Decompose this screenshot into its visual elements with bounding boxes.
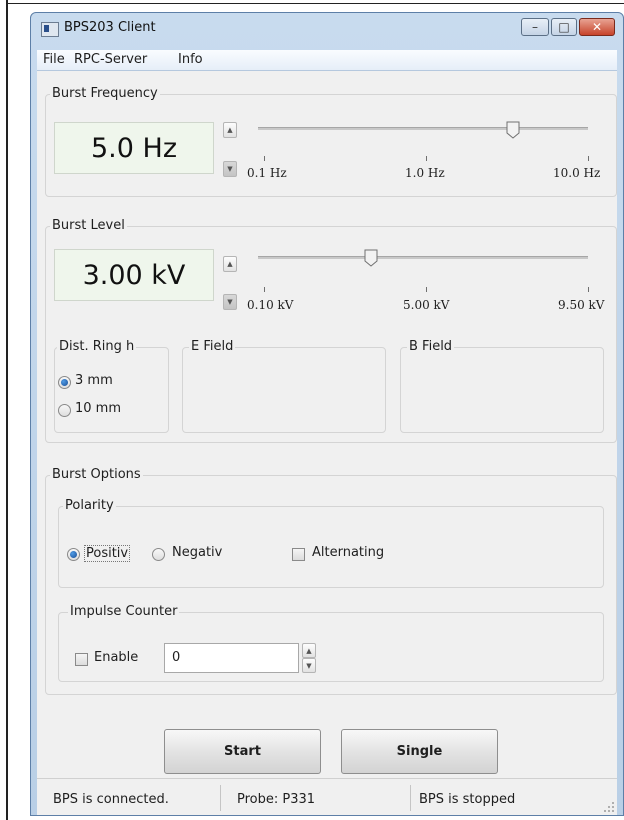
minimize-button[interactable]: – — [521, 18, 549, 36]
outer-frame-top — [6, 3, 624, 4]
maximize-button[interactable]: □ — [551, 18, 577, 36]
level-down-button[interactable]: ▼ — [223, 294, 237, 310]
close-button[interactable]: ✕ — [579, 18, 615, 36]
burst-options-title: Burst Options — [50, 467, 143, 482]
probe-status: Probe: P331 — [237, 792, 316, 807]
polarity-title: Polarity — [63, 498, 116, 513]
impulse-counter-down-button[interactable]: ▼ — [302, 658, 316, 673]
maximize-icon: □ — [558, 20, 570, 34]
menu-file[interactable]: File — [43, 52, 65, 67]
app-window-icon — [41, 22, 59, 37]
connection-status: BPS is connected. — [53, 792, 169, 807]
minimize-icon: – — [532, 20, 538, 34]
frequency-up-button[interactable]: ▲ — [223, 122, 237, 138]
e-field-title: E Field — [189, 339, 236, 354]
polarity-negative-radio[interactable] — [152, 548, 165, 561]
outer-frame-left — [6, 0, 8, 820]
level-max-label: 9.50 kV — [558, 298, 605, 312]
b-field-group — [400, 347, 604, 433]
level-tick-mid — [426, 287, 427, 292]
e-field-group — [182, 347, 386, 433]
frequency-mid-label: 1.0 Hz — [405, 166, 445, 180]
start-button[interactable]: Start — [164, 729, 321, 774]
dist-ring-group — [54, 347, 169, 433]
app-window: BPS203 Client – □ ✕ File RPC-Server Info… — [30, 12, 624, 816]
polarity-negative-label: Negativ — [172, 545, 223, 560]
frequency-min-label: 0.1 Hz — [247, 166, 287, 180]
status-separator — [410, 785, 411, 811]
dist-ring-3mm-label: 3 mm — [75, 373, 113, 388]
status-separator — [220, 785, 221, 811]
enable-label: Enable — [94, 650, 139, 665]
level-display: 3.00 kV — [54, 249, 214, 301]
single-button[interactable]: Single — [341, 729, 498, 774]
dist-ring-3mm-radio[interactable] — [58, 376, 71, 389]
resize-grip-icon[interactable] — [603, 801, 615, 813]
frequency-tick-min — [264, 156, 265, 161]
menu-bar: File RPC-Server Info — [37, 50, 617, 71]
frequency-display: 5.0 Hz — [54, 122, 214, 174]
polarity-positive-radio[interactable] — [67, 548, 80, 561]
dist-ring-10mm-label: 10 mm — [75, 401, 122, 416]
polarity-positive-label: Positiv — [84, 545, 131, 562]
menu-rpc-server[interactable]: RPC-Server — [74, 52, 147, 67]
frequency-max-label: 10.0 Hz — [553, 166, 601, 180]
frequency-down-button[interactable]: ▼ — [223, 161, 237, 177]
client-area: File RPC-Server Info Burst Frequency 5.0… — [37, 50, 617, 815]
level-slider-track[interactable] — [258, 256, 588, 259]
impulse-counter-up-button[interactable]: ▲ — [302, 643, 316, 658]
burst-level-title: Burst Level — [50, 218, 127, 233]
close-icon: ✕ — [591, 20, 603, 34]
burst-frequency-title: Burst Frequency — [50, 86, 160, 101]
menu-info[interactable]: Info — [178, 52, 203, 67]
impulse-counter-input[interactable]: 0 — [164, 643, 299, 673]
window-title: BPS203 Client — [64, 20, 156, 35]
status-bar: BPS is connected. Probe: P331 BPS is sto… — [37, 778, 617, 815]
enable-checkbox[interactable] — [75, 653, 88, 666]
frequency-slider-handle[interactable] — [506, 121, 520, 139]
dist-ring-10mm-radio[interactable] — [58, 404, 71, 417]
alternating-label: Alternating — [312, 545, 385, 560]
level-tick-min — [264, 287, 265, 292]
dist-ring-title: Dist. Ring h — [57, 339, 137, 354]
frequency-slider-track[interactable] — [258, 127, 588, 130]
impulse-counter-group — [58, 612, 604, 682]
frequency-tick-mid — [426, 156, 427, 161]
level-slider-handle[interactable] — [364, 249, 378, 267]
impulse-counter-title: Impulse Counter — [68, 604, 180, 619]
level-min-label: 0.10 kV — [247, 298, 294, 312]
frequency-tick-max — [588, 156, 589, 161]
alternating-checkbox[interactable] — [292, 548, 305, 561]
level-tick-max — [588, 287, 589, 292]
b-field-title: B Field — [407, 339, 455, 354]
run-state-status: BPS is stopped — [419, 792, 516, 807]
level-up-button[interactable]: ▲ — [223, 256, 237, 272]
level-mid-label: 5.00 kV — [403, 298, 450, 312]
